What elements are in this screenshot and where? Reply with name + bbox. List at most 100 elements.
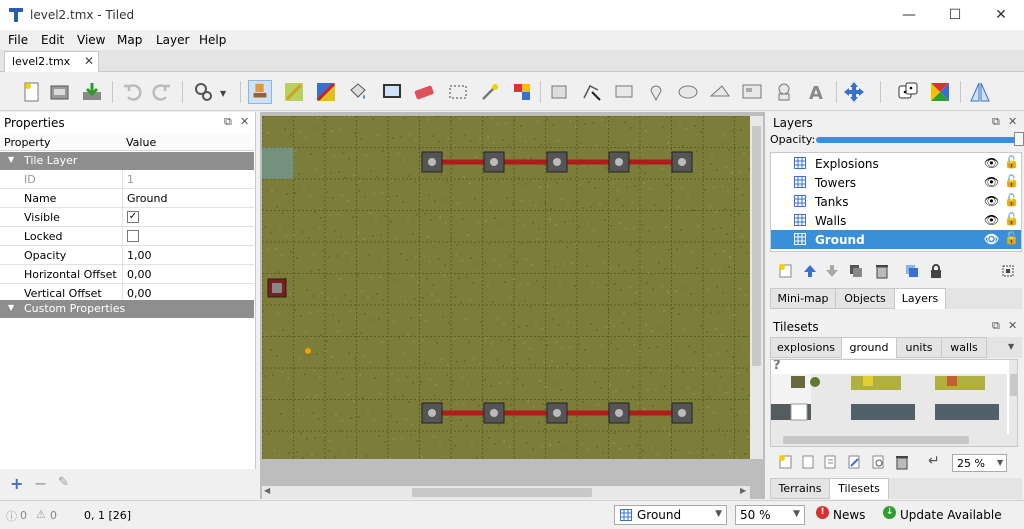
tileset-properties-icon[interactable]	[870, 454, 886, 470]
tab-units[interactable]: units	[896, 337, 942, 358]
menu-map[interactable]: Map	[117, 33, 142, 47]
dynamic-wrap-icon[interactable]: ↵	[928, 453, 940, 469]
tab-level2[interactable]: level2.tmx ✕	[4, 51, 99, 72]
object-select-icon[interactable]	[548, 80, 572, 104]
highlight-layer-icon[interactable]	[1000, 263, 1016, 279]
group-tile-layer[interactable]: ▼ Tile Layer	[0, 152, 254, 170]
chevron-down-icon[interactable]: ▼	[793, 509, 800, 519]
tab-explosions[interactable]: explosions	[770, 337, 842, 358]
tab-mini-map[interactable]: Mini-map	[770, 288, 836, 309]
layer-row-explosions[interactable]: Explosions 👁 🔓	[771, 154, 1021, 173]
lock-icon[interactable]	[928, 263, 944, 279]
insert-template-icon[interactable]	[772, 80, 796, 104]
layer-combo[interactable]: Ground ▼	[614, 505, 727, 525]
zoom-combo[interactable]: 50 % ▼	[735, 505, 805, 525]
delete-layer-icon[interactable]	[874, 263, 890, 279]
chevron-down-icon[interactable]: ▼	[1008, 342, 1014, 351]
menu-layer[interactable]: Layer	[156, 33, 189, 47]
show-other-layers-icon[interactable]	[904, 263, 920, 279]
float-panel-icon[interactable]: ⧉	[992, 319, 1000, 333]
locked-checkbox[interactable]	[127, 230, 139, 242]
maximize-button[interactable]: ☐	[932, 0, 978, 30]
property-row-visible[interactable]: Visible ✓	[0, 208, 254, 227]
insert-polygon-icon[interactable]	[708, 80, 732, 104]
tileset-tiles[interactable]	[771, 374, 1007, 434]
tileset-zoom-select[interactable]: 25 % ▼	[952, 454, 1007, 472]
menu-help[interactable]: Help	[199, 33, 226, 47]
duplicate-layer-icon[interactable]	[848, 263, 864, 279]
terrain-brush-icon[interactable]	[282, 80, 306, 104]
remove-tileset-icon[interactable]	[894, 454, 910, 470]
property-row-id[interactable]: ID 1	[0, 170, 254, 189]
close-button[interactable]: ✕	[978, 0, 1024, 30]
select-same-tile-icon[interactable]	[510, 80, 534, 104]
tab-layers[interactable]: Layers	[894, 288, 946, 309]
tileset-vscrollbar[interactable]	[1009, 360, 1017, 446]
map-canvas[interactable]	[262, 116, 750, 459]
embed-tileset-icon[interactable]	[800, 454, 816, 470]
opacity-slider-handle[interactable]	[1014, 132, 1024, 146]
horizontal-scrollbar[interactable]: ◀ ▶	[262, 486, 750, 499]
insert-point-icon[interactable]	[644, 80, 668, 104]
stamp-brush-icon[interactable]	[248, 80, 272, 104]
eye-icon[interactable]: 👁	[984, 232, 999, 246]
opacity-slider[interactable]	[816, 137, 1020, 143]
unlock-icon[interactable]: 🔓	[1004, 231, 1019, 245]
lower-layer-icon[interactable]	[824, 263, 840, 279]
eye-icon[interactable]: 👁	[984, 194, 999, 208]
vertical-scroll-thumb[interactable]	[752, 126, 761, 366]
insert-rectangle-icon[interactable]	[612, 80, 636, 104]
visible-checkbox[interactable]: ✓	[127, 211, 139, 223]
map-view[interactable]	[260, 112, 765, 499]
random-mode-icon[interactable]	[896, 80, 920, 104]
property-row-locked[interactable]: Locked	[0, 227, 254, 246]
scroll-right-icon[interactable]: ▶	[740, 486, 746, 495]
magic-wand-icon[interactable]	[478, 80, 502, 104]
insert-text-icon[interactable]: A	[804, 80, 828, 104]
layer-row-ground[interactable]: Ground 👁 🔓	[771, 230, 1021, 249]
property-row-horizontal-offset[interactable]: Horizontal Offset 0,00	[0, 265, 254, 284]
close-panel-icon[interactable]: ✕	[240, 115, 249, 128]
tab-objects[interactable]: Objects	[835, 288, 895, 309]
collapse-triangle-icon[interactable]: ▼	[8, 303, 14, 312]
new-file-icon[interactable]	[20, 80, 44, 104]
property-value[interactable]: 0,00	[127, 268, 152, 281]
float-panel-icon[interactable]: ⧉	[992, 115, 1000, 129]
tab-walls[interactable]: walls	[941, 337, 987, 358]
unlock-icon[interactable]: 🔓	[1004, 155, 1019, 169]
property-value[interactable]: 1,00	[127, 249, 152, 262]
chevron-down-icon[interactable]: ▼	[997, 458, 1003, 467]
unlock-icon[interactable]: 🔓	[1004, 193, 1019, 207]
tileset-view[interactable]: ?	[770, 359, 1018, 447]
remove-property-icon[interactable]: −	[34, 474, 47, 493]
vertical-scrollbar[interactable]	[750, 116, 763, 459]
chevron-down-icon[interactable]: ▼	[220, 89, 226, 98]
commands-icon[interactable]	[192, 80, 216, 104]
raise-layer-icon[interactable]	[802, 263, 818, 279]
new-layer-icon[interactable]	[778, 263, 794, 279]
menu-edit[interactable]: Edit	[41, 33, 64, 47]
tileset-hscrollbar[interactable]	[771, 434, 1009, 446]
property-value[interactable]: 0,00	[127, 287, 152, 300]
news-icon[interactable]: !	[816, 506, 829, 519]
redo-icon[interactable]	[150, 80, 174, 104]
bucket-fill-icon[interactable]	[346, 80, 370, 104]
tab-close-icon[interactable]: ✕	[84, 54, 94, 68]
layer-row-towers[interactable]: Towers 👁 🔓	[771, 173, 1021, 192]
tab-tilesets[interactable]: Tilesets	[829, 478, 889, 499]
insert-tile-icon[interactable]	[740, 80, 764, 104]
tab-ground[interactable]: ground	[841, 337, 897, 358]
minimize-button[interactable]: —	[886, 0, 932, 30]
add-property-icon[interactable]: +	[10, 474, 23, 493]
unlock-icon[interactable]: 🔓	[1004, 212, 1019, 226]
rename-property-icon[interactable]: ✎	[58, 475, 69, 490]
close-panel-icon[interactable]: ✕	[1008, 115, 1017, 128]
eye-icon[interactable]: 👁	[984, 175, 999, 189]
unlock-icon[interactable]: 🔓	[1004, 174, 1019, 188]
edit-tileset-icon[interactable]	[846, 454, 862, 470]
property-value[interactable]: Ground	[127, 192, 167, 205]
menu-view[interactable]: View	[77, 33, 105, 47]
new-tileset-icon[interactable]	[778, 454, 794, 470]
edit-polygons-icon[interactable]	[580, 80, 604, 104]
property-row-opacity[interactable]: Opacity 1,00	[0, 246, 254, 265]
